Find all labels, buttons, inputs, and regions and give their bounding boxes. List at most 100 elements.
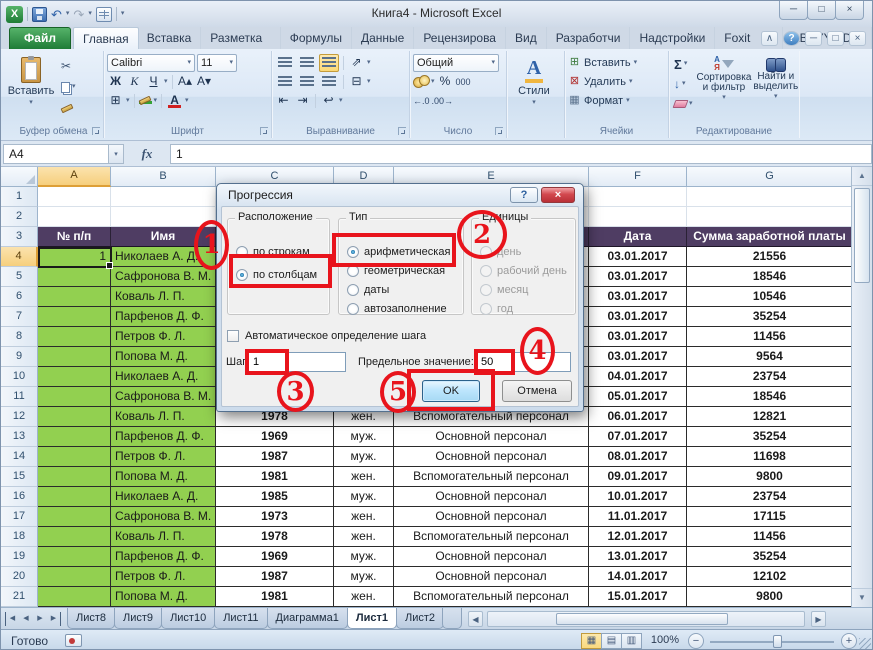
cell-G13[interactable]: 35254 bbox=[687, 427, 853, 447]
insert-cells-button[interactable]: ⊞ Вставить ▾ bbox=[568, 53, 666, 72]
cell-C21[interactable]: 1981 bbox=[216, 587, 334, 607]
radio-по столбцам[interactable]: по столбцам bbox=[236, 268, 329, 282]
row-header-10[interactable]: 10 bbox=[1, 367, 38, 387]
cell-D13[interactable]: муж. bbox=[334, 427, 394, 447]
cell-F12[interactable]: 06.01.2017 bbox=[589, 407, 687, 427]
name-box[interactable]: A4 bbox=[3, 144, 109, 164]
accounting-format-icon[interactable] bbox=[413, 75, 429, 88]
row-header-5[interactable]: 5 bbox=[1, 267, 38, 287]
font-name-combo[interactable]: Calibri▾ bbox=[107, 54, 195, 72]
radio-по строкам[interactable]: по строкам bbox=[236, 245, 329, 259]
sort-filter-button[interactable]: АЯ Сортировка и фильтр ▾ bbox=[697, 53, 752, 113]
cell-A9[interactable] bbox=[38, 347, 111, 367]
horizontal-scrollbar[interactable] bbox=[487, 611, 805, 627]
cell-E20[interactable]: Основной персонал bbox=[394, 567, 589, 587]
cell-B14[interactable]: Петров Ф. Л. bbox=[111, 447, 216, 467]
radio-арифметическая[interactable]: арифметическая bbox=[347, 245, 463, 259]
cell-A11[interactable] bbox=[38, 387, 111, 407]
row-header-3[interactable]: 3 bbox=[1, 227, 38, 247]
row-header-21[interactable]: 21 bbox=[1, 587, 38, 607]
vertical-scrollbar[interactable]: ▲ ▼ bbox=[851, 167, 872, 607]
cell-D19[interactable]: муж. bbox=[334, 547, 394, 567]
cell-G3[interactable]: Сумма заработной платы bbox=[687, 227, 853, 247]
cell-A14[interactable] bbox=[38, 447, 111, 467]
accounting-dropdown-icon[interactable]: ▾ bbox=[431, 78, 435, 86]
styles-button[interactable]: А Стили ▾ bbox=[510, 53, 558, 121]
cell-C18[interactable]: 1978 bbox=[216, 527, 334, 547]
wrap-dropdown-icon[interactable]: ▾ bbox=[339, 97, 343, 105]
cell-C17[interactable]: 1973 bbox=[216, 507, 334, 527]
cell-B13[interactable]: Парфенов Д. Ф. bbox=[111, 427, 216, 447]
tab-Надстройки[interactable]: Надстройки bbox=[630, 27, 715, 49]
next-sheet-icon[interactable]: ▶ bbox=[33, 612, 47, 626]
row-header-16[interactable]: 16 bbox=[1, 487, 38, 507]
tab-Данные[interactable]: Данные bbox=[352, 27, 414, 49]
tab-Вставка[interactable]: Вставка bbox=[138, 27, 202, 49]
insert-worksheet-tab[interactable] bbox=[442, 608, 462, 629]
cell-A12[interactable] bbox=[38, 407, 111, 427]
cell-B18[interactable]: Коваль Л. П. bbox=[111, 527, 216, 547]
radio-icon[interactable] bbox=[236, 269, 248, 281]
align-left-button[interactable] bbox=[275, 73, 295, 91]
row-header-13[interactable]: 13 bbox=[1, 427, 38, 447]
cell-F6[interactable]: 03.01.2017 bbox=[589, 287, 687, 307]
radio-геометрическая[interactable]: геометрическая bbox=[347, 264, 463, 278]
cell-A7[interactable] bbox=[38, 307, 111, 327]
collapse-ribbon-icon[interactable]: ∧ bbox=[761, 31, 778, 46]
page-layout-view-button[interactable]: ▤ bbox=[601, 633, 622, 649]
cell-D17[interactable]: жен. bbox=[334, 507, 394, 527]
cell-E16[interactable]: Основной персонал bbox=[394, 487, 589, 507]
cell-C19[interactable]: 1969 bbox=[216, 547, 334, 567]
font-color-button[interactable]: А bbox=[166, 94, 183, 108]
row-header-7[interactable]: 7 bbox=[1, 307, 38, 327]
workbook-restore-icon[interactable]: □ bbox=[827, 31, 844, 46]
cell-G7[interactable]: 35254 bbox=[687, 307, 853, 327]
underline-dropdown-icon[interactable]: ▾ bbox=[164, 78, 168, 86]
cell-B10[interactable]: Николаев А. Д. bbox=[111, 367, 216, 387]
clear-button[interactable]: ▾ bbox=[672, 95, 695, 113]
cell-G5[interactable]: 18546 bbox=[687, 267, 853, 287]
tab-Вид[interactable]: Вид bbox=[506, 27, 547, 49]
cell-F4[interactable]: 03.01.2017 bbox=[589, 247, 687, 267]
radio-icon[interactable] bbox=[347, 246, 359, 258]
column-header-B[interactable]: B bbox=[111, 167, 216, 187]
cell-B11[interactable]: Сафронова В. М. bbox=[111, 387, 216, 407]
grow-font-button[interactable]: А▴ bbox=[177, 73, 194, 90]
radio-icon[interactable] bbox=[347, 265, 359, 277]
wrap-text-button[interactable]: ↩ bbox=[320, 92, 337, 109]
cell-F11[interactable]: 05.01.2017 bbox=[589, 387, 687, 407]
sheet-tab-Диаграмма1[interactable]: Диаграмма1 bbox=[267, 608, 348, 629]
cell-A4[interactable]: 1 bbox=[38, 247, 111, 267]
cell-A3[interactable]: № п/п bbox=[38, 227, 111, 247]
limit-input[interactable]: 50 bbox=[476, 352, 571, 372]
cut-button[interactable]: ✂ bbox=[59, 57, 78, 75]
increase-indent-button[interactable]: ⇥ bbox=[294, 92, 311, 109]
cell-F18[interactable]: 12.01.2017 bbox=[589, 527, 687, 547]
last-sheet-icon[interactable]: ▶ bbox=[47, 612, 61, 626]
clipboard-dialog-launcher[interactable] bbox=[92, 127, 100, 135]
decrease-decimal-button[interactable]: .00→ bbox=[432, 96, 454, 106]
cell-A8[interactable] bbox=[38, 327, 111, 347]
cell-B3[interactable]: Имя bbox=[111, 227, 216, 247]
cell-G2[interactable] bbox=[687, 207, 853, 227]
sheet-tab-Лист10[interactable]: Лист10 bbox=[161, 608, 215, 629]
cell-A16[interactable] bbox=[38, 487, 111, 507]
radio-icon[interactable] bbox=[236, 246, 248, 258]
prev-sheet-icon[interactable]: ◀ bbox=[19, 612, 33, 626]
hscroll-left-icon[interactable]: ◀ bbox=[468, 611, 483, 627]
cell-A5[interactable] bbox=[38, 267, 111, 287]
column-header-A[interactable]: A bbox=[38, 167, 111, 187]
cell-E17[interactable]: Основной персонал bbox=[394, 507, 589, 527]
cell-B21[interactable]: Попова М. Д. bbox=[111, 587, 216, 607]
cell-B16[interactable]: Николаев А. Д. bbox=[111, 487, 216, 507]
cell-G9[interactable]: 9564 bbox=[687, 347, 853, 367]
tab-Главная[interactable]: Главная bbox=[73, 27, 139, 49]
checkbox-icon[interactable] bbox=[227, 330, 239, 342]
close-button[interactable]: × bbox=[835, 1, 864, 20]
cell-B6[interactable]: Коваль Л. П. bbox=[111, 287, 216, 307]
radio-даты[interactable]: даты bbox=[347, 283, 463, 297]
align-center-button[interactable] bbox=[297, 73, 317, 91]
cell-F14[interactable]: 08.01.2017 bbox=[589, 447, 687, 467]
sheet-tab-Лист8[interactable]: Лист8 bbox=[67, 608, 115, 629]
column-header-F[interactable]: F bbox=[589, 167, 687, 187]
